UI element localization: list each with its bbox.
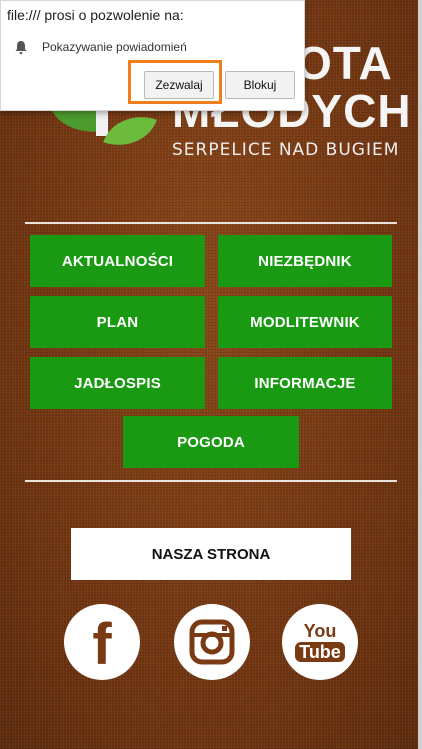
allow-button[interactable]: Zezwalaj [144,71,214,99]
permission-label: Pokazywanie powiadomień [42,40,187,54]
menu-button-plan[interactable]: PLAN [30,296,205,348]
bottom-divider [25,480,397,482]
page-background: OTA MŁODYCH SERPELICE NAD BUGIEM AKTUALN… [0,0,418,749]
bell-icon [15,41,27,54]
logo-subtitle: SERPELICE NAD BUGIEM [172,140,400,160]
popup-title: file:/// prosi o pozwolenie na: [7,7,184,23]
menu-button-aktualnosci[interactable]: AKTUALNOŚCI [30,235,205,287]
youtube-text-bottom: Tube [295,642,345,662]
menu-button-modlitewnik[interactable]: MODLITEWNIK [218,296,392,348]
top-divider [25,222,397,224]
facebook-button[interactable]: f [64,604,140,680]
facebook-icon: f [92,612,112,677]
youtube-button[interactable]: You Tube [282,604,358,680]
our-site-button[interactable]: NASZA STRONA [71,528,351,580]
youtube-text-top: You [303,621,337,641]
scrollbar-thumb[interactable] [418,0,422,749]
leaf-icon [103,106,157,156]
menu-button-pogoda[interactable]: POGODA [123,416,299,468]
logo-title-line1: OTA [296,37,393,89]
scrollbar[interactable] [418,0,422,749]
menu-button-informacje[interactable]: INFORMACJE [218,357,392,409]
menu-button-niezbednik[interactable]: NIEZBĘDNIK [218,235,392,287]
notification-permission-popup: file:/// prosi o pozwolenie na: Pokazywa… [0,0,305,111]
instagram-button[interactable] [174,604,250,680]
youtube-icon: You Tube [295,622,345,662]
block-button[interactable]: Blokuj [225,71,295,99]
menu-button-jadlospis[interactable]: JADŁOSPIS [30,357,205,409]
instagram-icon [189,619,235,665]
